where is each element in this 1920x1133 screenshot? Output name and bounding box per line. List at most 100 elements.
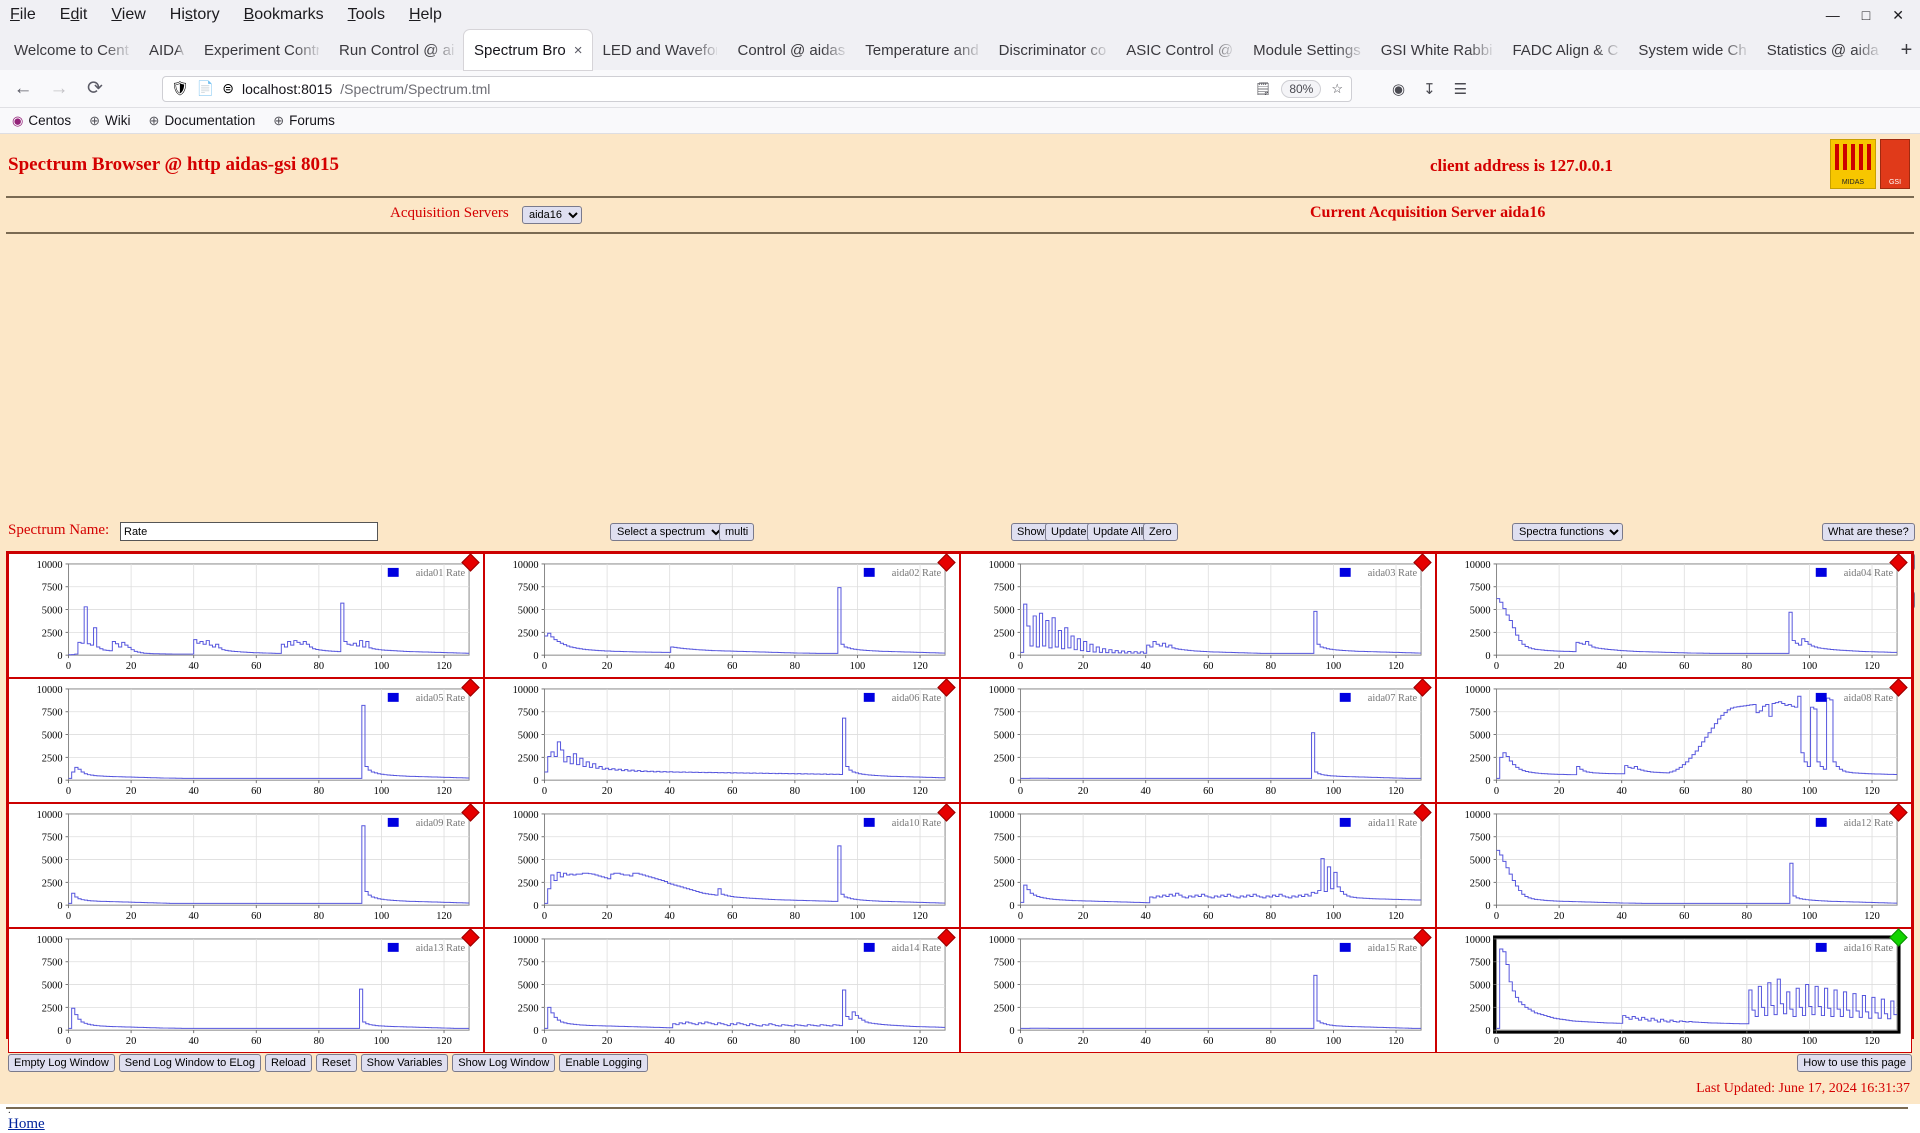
bookmark-star-icon[interactable]: ☆ (1331, 81, 1343, 97)
svg-text:0: 0 (57, 1026, 62, 1037)
app-menu-icon[interactable]: ☰ (1454, 80, 1467, 98)
svg-text:0: 0 (533, 901, 538, 912)
svg-text:120: 120 (436, 1036, 452, 1047)
update-all-button[interactable]: Update All (1087, 523, 1150, 541)
browser-tab[interactable]: Welcome to Centos (4, 30, 139, 70)
browser-tab[interactable]: Module Settings (1243, 30, 1371, 70)
spectrum-panel[interactable]: 0 2500 5000 7500 10000 0 20 40 60 80 100 120 aida09 … (8, 802, 484, 928)
svg-text:7500: 7500 (994, 833, 1015, 844)
what-are-these-button-1[interactable]: What are these? (1822, 523, 1915, 541)
spectrum-panel[interactable]: 0 2500 5000 7500 10000 0 20 40 60 80 100 120 aida01 … (8, 553, 484, 678)
spectrum-panel[interactable]: 0 2500 5000 7500 10000 0 20 40 60 80 100 120 aida12 … (1436, 802, 1912, 928)
svg-text:5000: 5000 (1470, 855, 1491, 866)
browser-tab[interactable]: GSI White Rabbi (1371, 30, 1503, 70)
svg-text:40: 40 (664, 786, 674, 797)
browser-tab[interactable]: FADC Align & C (1502, 30, 1628, 70)
browser-tab[interactable]: Control @ aidas (727, 30, 855, 70)
downloads-icon[interactable]: ↧ (1423, 80, 1436, 98)
menu-bookmarks[interactable]: Bookmarks (244, 6, 324, 24)
current-acquisition-server-label: Current Acquisition Server aida16 (1310, 204, 1546, 221)
browser-tab[interactable]: System wide Ch (1628, 30, 1756, 70)
maximize-icon[interactable]: □ (1862, 7, 1870, 23)
svg-text:2500: 2500 (518, 628, 539, 639)
spectrum-panel[interactable]: 0 2500 5000 7500 10000 0 20 40 60 80 100 120 aida07 … (960, 677, 1436, 803)
back-icon[interactable]: ← (12, 78, 34, 100)
svg-text:100: 100 (1326, 786, 1342, 797)
footer-button[interactable]: Empty Log Window (8, 1054, 115, 1072)
zoom-level-badge[interactable]: 80% (1281, 79, 1322, 98)
tab-label: AIDA (149, 41, 185, 59)
svg-text:100: 100 (850, 911, 866, 922)
browser-tab[interactable]: Statistics @ aida (1757, 30, 1889, 70)
footer-button[interactable]: Show Log Window (452, 1054, 556, 1072)
browser-tab[interactable]: Experiment Control @ (194, 30, 329, 70)
bookmark-item[interactable]: ◉ Centos (12, 113, 71, 129)
menu-help[interactable]: Help (409, 6, 442, 24)
svg-text:10000: 10000 (513, 810, 539, 821)
svg-text:80: 80 (314, 911, 324, 922)
bookmark-item[interactable]: ⊕ Wiki (89, 113, 130, 129)
svg-text:100: 100 (374, 661, 390, 672)
multi-button[interactable]: multi (719, 523, 755, 541)
reload-icon[interactable]: ⟳ (84, 77, 106, 100)
svg-text:0: 0 (542, 1036, 547, 1047)
select-spectrum-dropdown[interactable]: Select a spectrum (610, 523, 725, 541)
svg-text:aida10 Rate: aida10 Rate (892, 818, 942, 829)
spectrum-panel[interactable]: 0 2500 5000 7500 10000 0 20 40 60 80 100 120 aida10 … (484, 802, 960, 928)
home-link[interactable]: Home (8, 1116, 45, 1133)
plot-area: 0 2500 5000 7500 10000 0 20 40 60 80 100 120 aida15 … (961, 929, 1435, 1052)
svg-text:aida12 Rate: aida12 Rate (1844, 818, 1894, 829)
menu-history[interactable]: History (170, 6, 220, 24)
browser-tab[interactable]: AIDA (139, 30, 194, 70)
update-button[interactable]: Update (1045, 523, 1093, 541)
svg-text:aida13 Rate: aida13 Rate (416, 943, 466, 954)
reader-mode-icon[interactable]: 🗒 (1255, 81, 1272, 97)
footer-button[interactable]: Show Variables (360, 1054, 449, 1072)
spectrum-panel[interactable]: 0 2500 5000 7500 10000 0 20 40 60 80 100 120 aida04 … (1436, 553, 1912, 678)
spectrum-panel[interactable]: 0 2500 5000 7500 10000 0 20 40 60 80 100 120 aida06 … (484, 677, 960, 803)
spectra-functions-dropdown[interactable]: Spectra functions (1512, 523, 1623, 541)
zero-button[interactable]: Zero (1143, 523, 1178, 541)
footer-button[interactable]: Send Log Window to ELog (118, 1054, 262, 1072)
spectrum-panel[interactable]: 0 2500 5000 7500 10000 0 20 40 60 80 100 120 aida11 … (960, 802, 1436, 928)
bookmark-item[interactable]: ⊕ Documentation (149, 113, 256, 129)
menu-edit[interactable]: Edit (60, 6, 88, 24)
browser-tab[interactable]: ASIC Control @ (1116, 30, 1243, 70)
close-tab-icon[interactable]: × (574, 42, 583, 59)
page-icon: 📄 (196, 80, 215, 96)
menu-bar: FFileile Edit View History Bookmarks Too… (0, 0, 1920, 30)
footer-button[interactable]: Reset (315, 1054, 357, 1072)
svg-text:0: 0 (533, 651, 538, 662)
address-bar[interactable]: 🛡 📄 ⊜ localhost:8015/Spectrum/Spectrum.t… (162, 75, 1352, 102)
menu-file[interactable]: FFileile (10, 6, 36, 24)
forward-icon: → (49, 77, 69, 99)
svg-text:0: 0 (1494, 911, 1499, 922)
footer-button[interactable]: Reload (265, 1054, 312, 1072)
pocket-icon[interactable]: ◉ (1392, 80, 1405, 98)
bookmark-item[interactable]: ⊕ Forums (273, 113, 335, 129)
spectrum-panel[interactable]: 0 2500 5000 7500 10000 0 20 40 60 80 100 120 aida02 … (484, 553, 960, 678)
acquisition-server-select[interactable]: aida16 (522, 206, 582, 224)
minimize-icon[interactable]: — (1826, 7, 1840, 23)
menu-view[interactable]: View (111, 6, 145, 24)
spectrum-panel[interactable]: 0 2500 5000 7500 10000 0 20 40 60 80 100 120 aida08 … (1436, 677, 1912, 803)
new-tab-button[interactable]: + (1889, 30, 1920, 70)
footer-button[interactable]: Enable Logging (559, 1054, 648, 1072)
close-window-icon[interactable]: ✕ (1892, 7, 1904, 24)
menu-tools[interactable]: Tools (348, 6, 385, 24)
svg-text:2500: 2500 (518, 1003, 539, 1014)
how-to-use-button[interactable]: How to use this page (1797, 1054, 1912, 1072)
browser-tab[interactable]: LED and Wavefor (592, 30, 727, 70)
spectrum-panel[interactable]: 0 2500 5000 7500 10000 0 20 40 60 80 100 120 aida16 … (1436, 927, 1912, 1053)
browser-tab[interactable]: Discriminator co (989, 30, 1117, 70)
spectrum-panel[interactable]: 0 2500 5000 7500 10000 0 20 40 60 80 100 120 aida14 … (484, 927, 960, 1053)
browser-tab[interactable]: Run Control @ aida (329, 30, 464, 70)
spectrum-panel[interactable]: 0 2500 5000 7500 10000 0 20 40 60 80 100 120 aida03 … (960, 553, 1436, 678)
browser-tab[interactable]: Spectrum Bro × (464, 30, 593, 70)
spectrum-panel[interactable]: 0 2500 5000 7500 10000 0 20 40 60 80 100 120 aida13 … (8, 927, 484, 1053)
browser-tab[interactable]: Temperature and (855, 30, 988, 70)
spectrum-panel[interactable]: 0 2500 5000 7500 10000 0 20 40 60 80 100 120 aida15 … (960, 927, 1436, 1053)
spectrum-name-input[interactable] (120, 522, 378, 541)
spectrum-panel[interactable]: 0 2500 5000 7500 10000 0 20 40 60 80 100 120 aida05 … (8, 677, 484, 803)
plot-area: 0 2500 5000 7500 10000 0 20 40 60 80 100 120 aida14 … (485, 929, 959, 1052)
